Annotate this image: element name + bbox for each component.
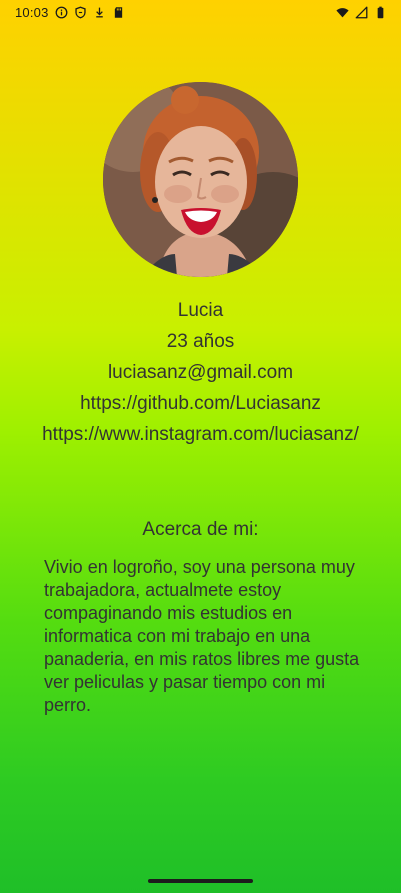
about-heading: Acerca de mi: xyxy=(142,519,259,540)
download-icon xyxy=(93,6,106,19)
status-time: 10:03 xyxy=(15,4,49,20)
profile-name: Lucia xyxy=(177,300,224,321)
profile-age: 23 años xyxy=(166,331,235,352)
profile-email[interactable]: luciasanz@gmail.com xyxy=(0,361,401,385)
wifi-icon xyxy=(336,6,349,19)
about-text: Vivio en logroño, soy una persona muy tr… xyxy=(44,557,360,715)
battery-icon xyxy=(374,6,387,19)
status-bar: 10:03 xyxy=(0,0,401,24)
profile-instagram-link[interactable]: https://www.instagram.com/luciasanz/ xyxy=(0,423,401,447)
signal-icon xyxy=(355,6,368,19)
sd-card-icon xyxy=(112,6,125,19)
home-indicator[interactable] xyxy=(148,879,253,883)
shield-icon xyxy=(74,6,87,19)
status-left: 10:03 xyxy=(15,5,125,20)
info-icon xyxy=(55,6,68,19)
profile-github-link[interactable]: https://github.com/Luciasanz xyxy=(0,392,401,416)
profile-photo-icon xyxy=(103,82,298,277)
status-right xyxy=(336,6,387,19)
avatar xyxy=(103,82,298,277)
